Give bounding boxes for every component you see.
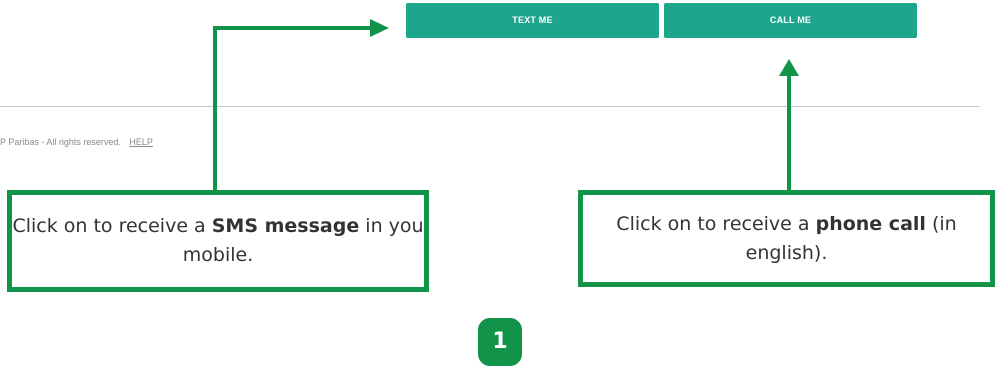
sms-arrow-line bbox=[213, 26, 372, 190]
annotation-arrows bbox=[213, 19, 799, 190]
phone-call-callout: Click on to receive a phone call (in eng… bbox=[578, 190, 995, 287]
sms-arrow-head bbox=[370, 19, 389, 37]
sms-callout-prefix: Click on to receive a bbox=[12, 215, 212, 237]
sms-callout-bold: SMS message bbox=[211, 215, 360, 237]
call-callout-bold: phone call bbox=[815, 212, 926, 235]
sms-callout: Click on to receive a SMS message in you… bbox=[7, 190, 429, 292]
call-arrow-head bbox=[779, 59, 799, 76]
call-callout-prefix: Click on to receive a bbox=[616, 212, 816, 235]
sms-callout-text: Click on to receive a SMS message in you… bbox=[12, 212, 424, 270]
call-callout-text: Click on to receive a phone call (in eng… bbox=[583, 210, 990, 268]
step-number-badge: 1 bbox=[478, 318, 522, 366]
